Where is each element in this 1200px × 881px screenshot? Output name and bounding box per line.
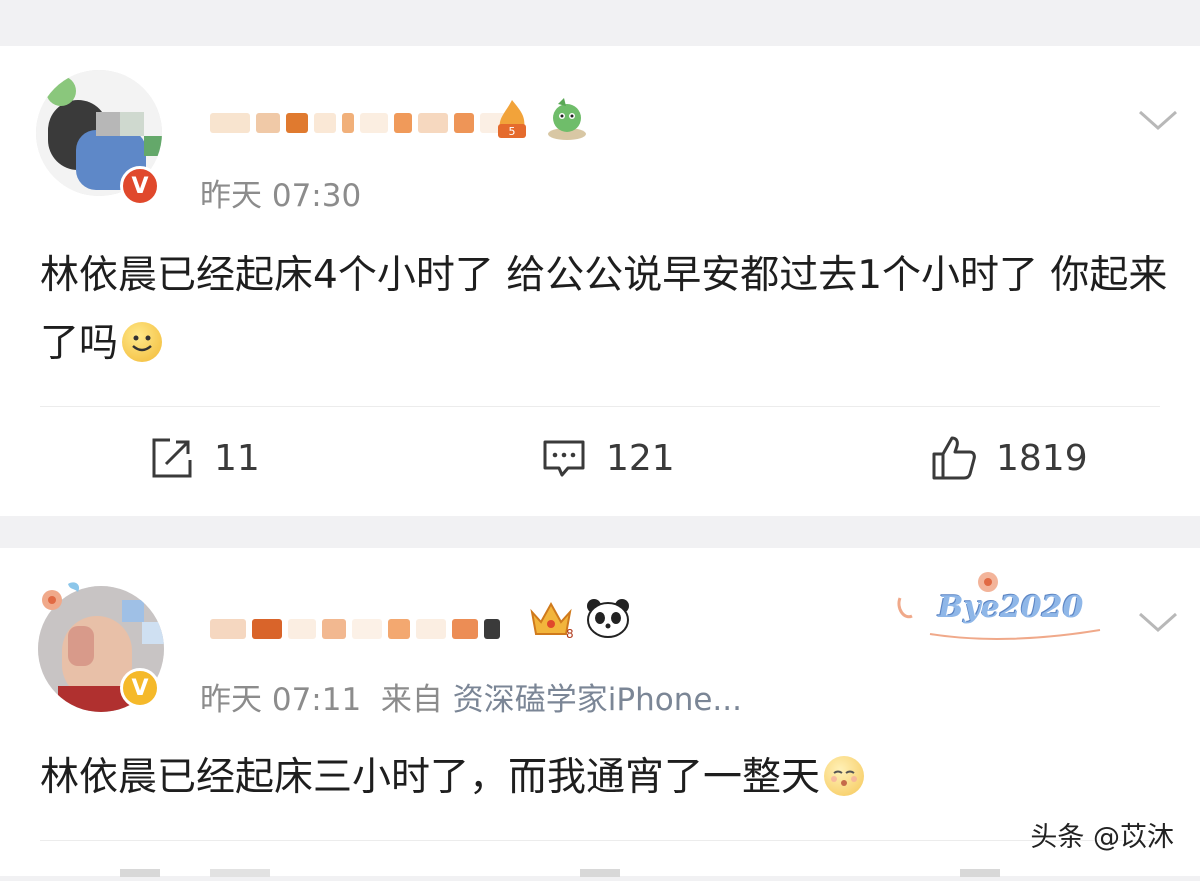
- repost-button[interactable]: 11: [148, 434, 260, 482]
- repost-icon: [148, 434, 196, 482]
- sleepy-emoji-icon: [824, 756, 864, 796]
- chevron-down-icon[interactable]: [1136, 106, 1180, 134]
- divider: [40, 406, 1160, 407]
- verified-badge-icon: V: [120, 668, 160, 708]
- username-blurred[interactable]: [210, 106, 506, 140]
- repost-count: 11: [214, 438, 260, 479]
- weibo-post-1: V 5 昨天 07:30 林依晨已经起床4个小时了: [0, 46, 1200, 516]
- bye2020-sticker: Bye2020: [890, 568, 1110, 648]
- fire-level-badge-icon: 5: [494, 98, 530, 144]
- divider: [40, 840, 1160, 841]
- post-source-link[interactable]: 资深磕学家iPhone...: [453, 682, 742, 718]
- crown-badge-icon: 8: [528, 598, 574, 644]
- weibo-post-2: V 8: [0, 548, 1200, 876]
- like-icon: [930, 434, 978, 482]
- post-content: 林依晨已经起床三小时了，而我通宵了一整天: [40, 744, 1170, 812]
- post-time: 昨天 07:30: [200, 170, 361, 215]
- post-time-source: 昨天 07:11 来自 资深磕学家iPhone...: [200, 674, 742, 719]
- green-mascot-icon: [546, 96, 588, 146]
- next-row-cutoff: [120, 862, 1020, 876]
- username-blurred[interactable]: [210, 612, 500, 646]
- top-gap: [0, 0, 1200, 46]
- comment-icon: [540, 434, 588, 482]
- sticker-text: Bye2020: [938, 590, 1083, 625]
- verified-badge-icon: V: [120, 166, 160, 206]
- post-content: 林依晨已经起床4个小时了 给公公说早安都过去1个小时了 你起来了吗: [40, 242, 1170, 378]
- svg-text:5: 5: [509, 125, 516, 138]
- like-count: 1819: [996, 438, 1088, 479]
- svg-text:8: 8: [566, 627, 574, 640]
- comment-button[interactable]: 121: [540, 434, 675, 482]
- flower-deco-icon: [38, 578, 88, 616]
- like-button[interactable]: 1819: [930, 434, 1088, 482]
- chevron-down-icon[interactable]: [1136, 608, 1180, 636]
- toutiao-watermark: 头条 @苡沐: [1030, 815, 1174, 854]
- comment-count: 121: [606, 438, 675, 479]
- panda-icon: [584, 598, 632, 644]
- smile-emoji-icon: [122, 322, 162, 362]
